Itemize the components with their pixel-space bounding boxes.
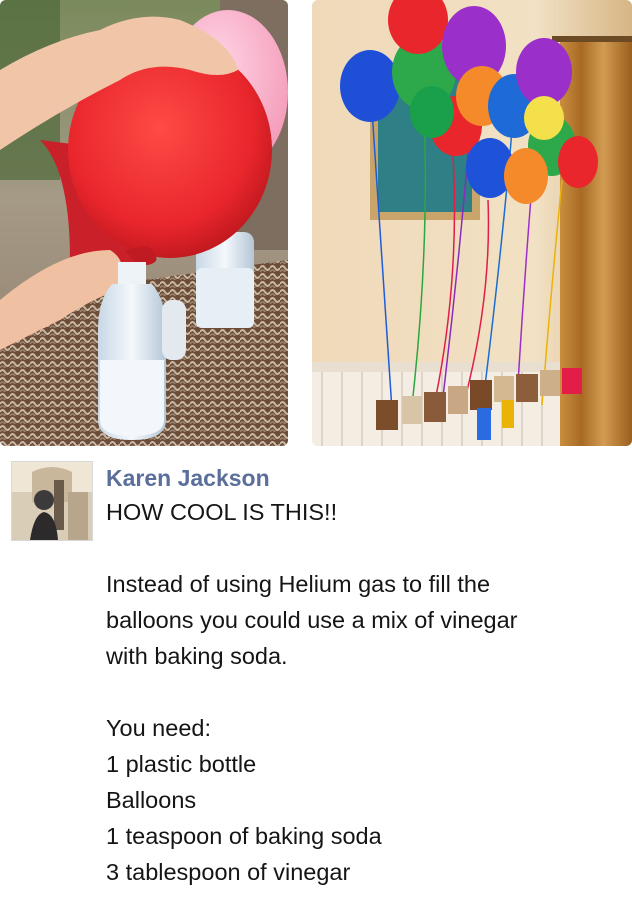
helium-balloons-photo[interactable] — [312, 0, 632, 446]
avatar[interactable] — [11, 461, 93, 541]
post-content: Karen Jackson HOW COOL IS THIS!! Instead… — [106, 462, 626, 890]
photo-collage — [0, 0, 632, 450]
author-name-link[interactable]: Karen Jackson — [106, 462, 626, 494]
profile-photo-icon — [12, 462, 92, 540]
post-headline: HOW COOL IS THIS!! — [106, 499, 338, 525]
post-paragraph-line: with baking soda. — [106, 643, 288, 669]
post-paragraph-line: Instead of using Helium gas to fill the — [106, 571, 491, 597]
list-item: Balloons — [106, 787, 197, 813]
list-item: 1 plastic bottle — [106, 751, 257, 777]
list-heading: You need: — [106, 715, 211, 741]
balloon-on-bottle-photo[interactable] — [0, 0, 288, 446]
list-item: 3 tablespoon of vinegar — [106, 859, 351, 885]
list-item: 1 teaspoon of baking soda — [106, 823, 382, 849]
post-paragraph-line: balloons you could use a mix of vinegar — [106, 607, 518, 633]
